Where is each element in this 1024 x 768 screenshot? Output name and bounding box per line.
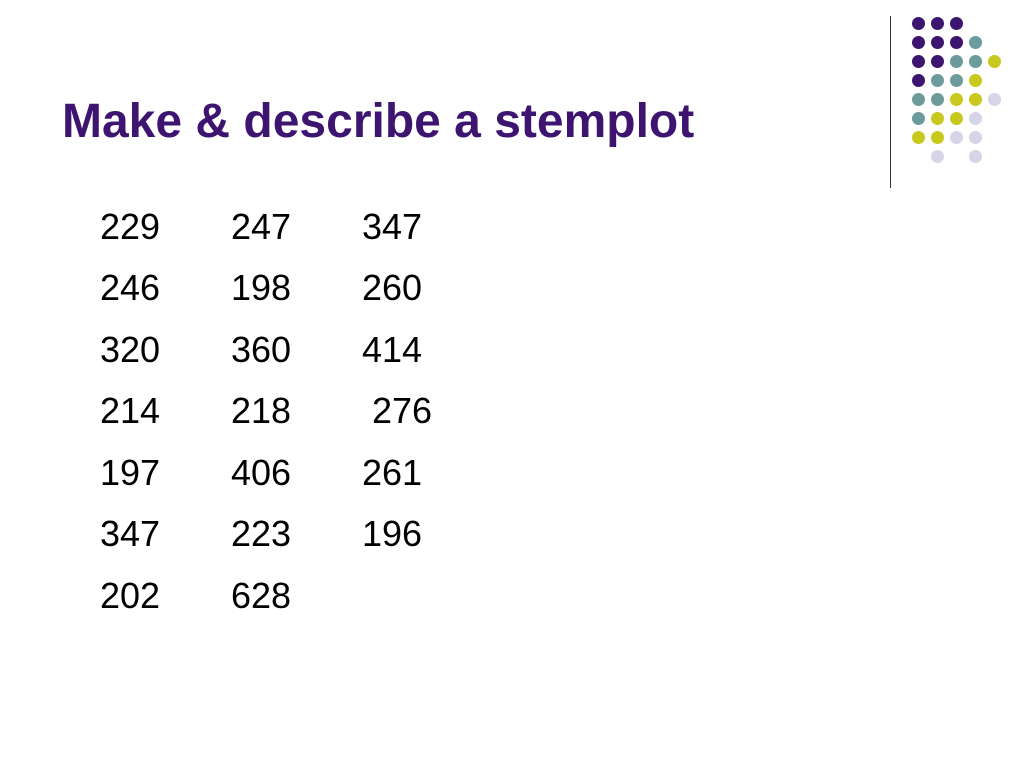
data-value: 261	[362, 451, 423, 493]
decorative-dot	[911, 35, 925, 49]
data-row: 347 223 196	[100, 504, 493, 566]
decorative-dot	[949, 73, 963, 87]
data-value: 414	[362, 328, 423, 370]
decorative-dot	[911, 111, 925, 125]
decorative-dot	[987, 54, 1001, 68]
data-value: 214	[100, 390, 161, 432]
data-value: 197	[100, 451, 161, 493]
decorative-dot	[949, 111, 963, 125]
decorative-dot	[968, 35, 982, 49]
decorative-dot	[949, 54, 963, 68]
data-value: 628	[231, 574, 292, 616]
data-value: 246	[100, 267, 161, 309]
decorative-dot	[949, 16, 963, 30]
decorative-dot	[949, 130, 963, 144]
decorative-dot	[911, 54, 925, 68]
data-value: 347	[100, 513, 161, 555]
decorative-dot	[911, 16, 925, 30]
decorative-dot	[968, 149, 982, 163]
data-row: 197 406 261	[100, 442, 493, 504]
data-value: 196	[362, 513, 423, 555]
data-row: 229 247 347	[100, 196, 493, 258]
data-value: 247	[231, 205, 292, 247]
data-row: 246 198 260	[100, 258, 493, 320]
data-value: 223	[231, 513, 292, 555]
decorative-dot	[911, 92, 925, 106]
data-value: 260	[362, 267, 423, 309]
data-value: 360	[231, 328, 292, 370]
decorative-dot	[930, 73, 944, 87]
data-row: 320 360 414	[100, 319, 493, 381]
slide: Make & describe a stemplot 229 247 347 2…	[0, 0, 1024, 768]
decorative-dot	[930, 130, 944, 144]
vertical-divider	[890, 16, 891, 188]
decorative-dot	[930, 54, 944, 68]
decorative-dot	[930, 111, 944, 125]
data-value: 347	[362, 205, 423, 247]
decorative-dot	[968, 111, 982, 125]
data-values-grid: 229 247 347 246 198 260 320 360 414 214 …	[100, 196, 493, 627]
data-value: 229	[100, 205, 161, 247]
decorative-dot	[930, 149, 944, 163]
decorative-dot	[930, 16, 944, 30]
decorative-dot	[949, 92, 963, 106]
decorative-dot	[968, 130, 982, 144]
decorative-dot	[968, 73, 982, 87]
data-row: 214 218 276	[100, 381, 493, 443]
decorative-dot	[968, 54, 982, 68]
decorative-dot	[911, 130, 925, 144]
decorative-dot	[968, 92, 982, 106]
data-row: 202 628	[100, 565, 493, 627]
decorative-dot	[911, 73, 925, 87]
data-value: 406	[231, 451, 292, 493]
data-value: 202	[100, 574, 161, 616]
data-value: 276	[362, 390, 433, 432]
data-value: 320	[100, 328, 161, 370]
slide-title: Make & describe a stemplot	[62, 95, 695, 148]
decorative-dot	[987, 92, 1001, 106]
decorative-dot	[949, 35, 963, 49]
decorative-dot	[930, 92, 944, 106]
data-value: 198	[231, 267, 292, 309]
decorative-dot	[930, 35, 944, 49]
data-value: 218	[231, 390, 292, 432]
